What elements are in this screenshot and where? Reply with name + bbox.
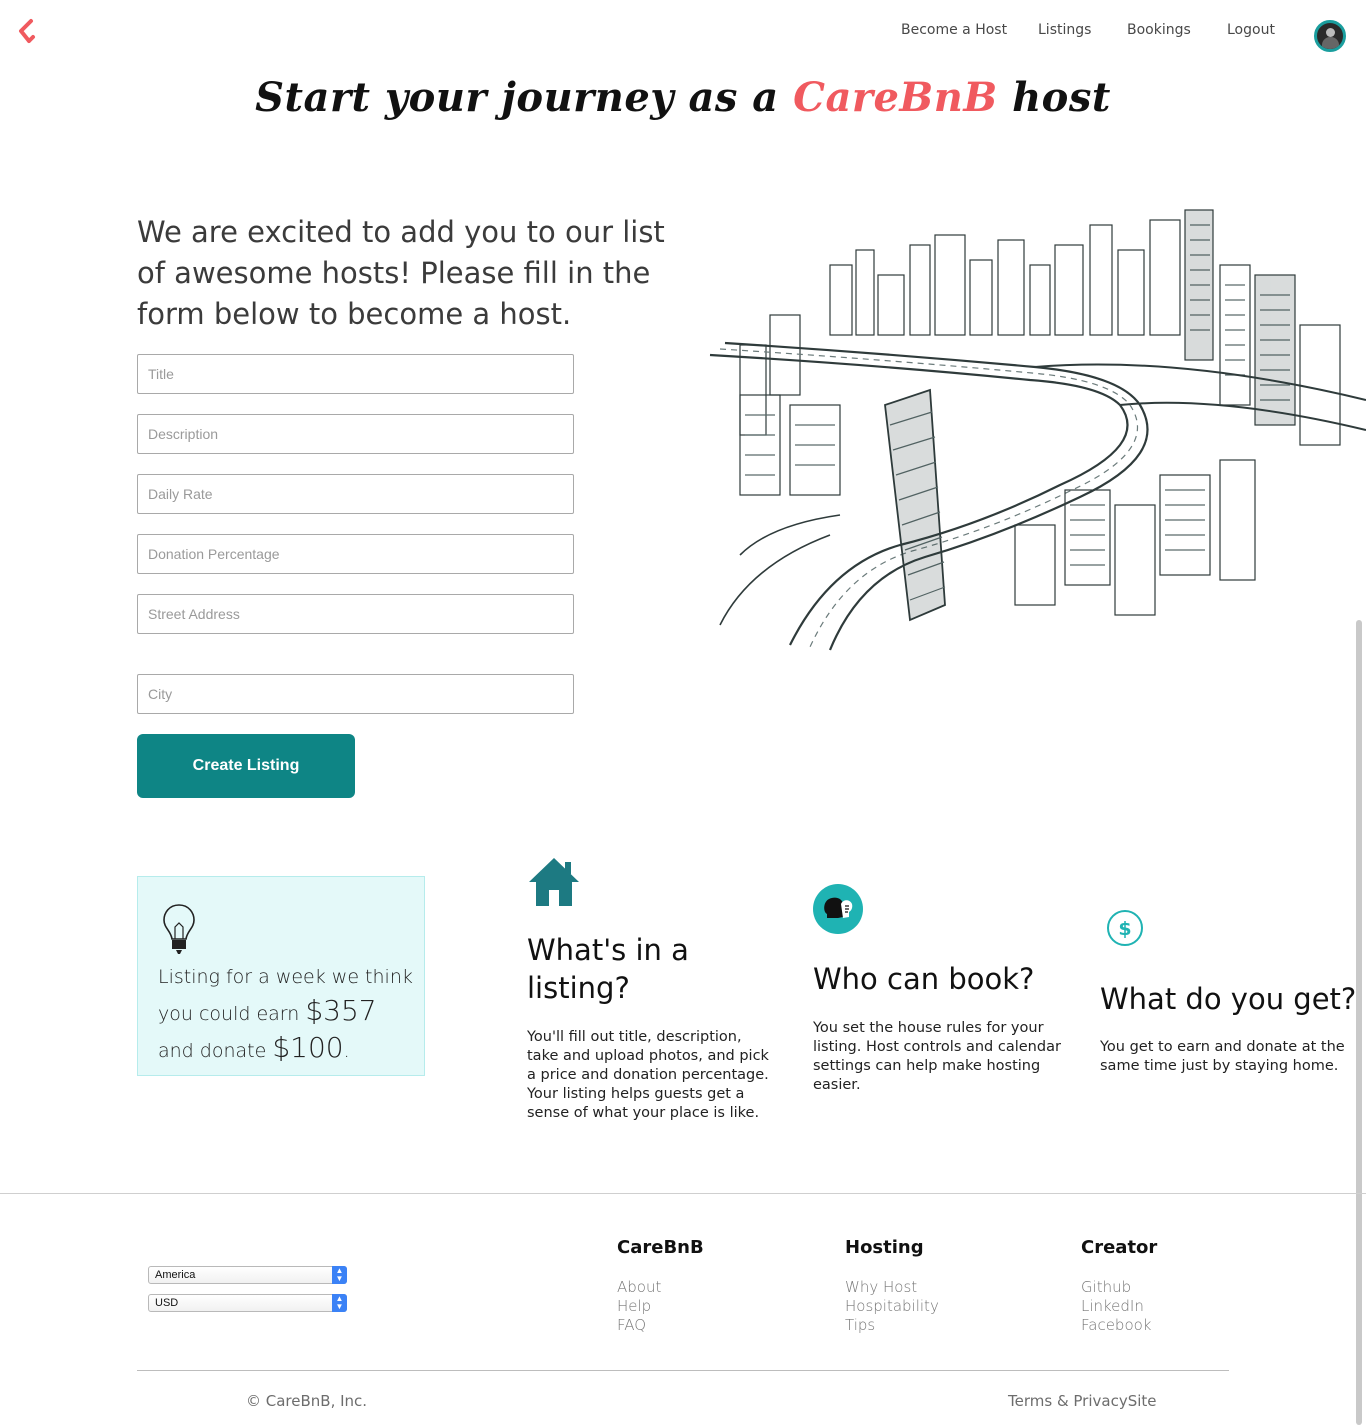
street-address-input[interactable]	[137, 594, 574, 634]
footer-link-faq[interactable]: FAQ	[617, 1316, 646, 1335]
nav-logout[interactable]: Logout	[1227, 22, 1275, 38]
copyright-text: © CareBnB, Inc.	[246, 1392, 368, 1410]
select-arrows-icon: ▲ ▼	[332, 1294, 347, 1312]
earnings-estimate: Listing for a week we think you could ea…	[158, 961, 414, 1068]
feature-desc-who: You set the house rules for your listing…	[813, 1020, 1061, 1093]
country-select-value: America	[155, 1269, 196, 1281]
footer-link-why-host[interactable]: Why Host	[845, 1278, 917, 1297]
currency-select-value: USD	[155, 1297, 179, 1309]
earnings-card: Listing for a week we think you could ea…	[137, 876, 425, 1076]
page-title: Start your journey as a CareBnB host	[0, 74, 1366, 121]
form-intro: We are excited to add you to our list of…	[137, 215, 665, 331]
footer-link-help[interactable]: Help	[617, 1297, 651, 1316]
earn-text-line2: and donate	[158, 1040, 273, 1062]
country-select[interactable]: America ▲ ▼	[148, 1266, 347, 1284]
footer-link-github[interactable]: Github	[1081, 1278, 1131, 1297]
footer-bottom-divider	[137, 1370, 1229, 1371]
create-listing-button[interactable]: Create Listing	[137, 734, 355, 798]
footer-col-title-carebnb: CareBnB	[617, 1237, 704, 1258]
description-input[interactable]	[137, 414, 574, 454]
footer-link-hospitability[interactable]: Hospitability	[845, 1297, 939, 1316]
footer-col-title-hosting: Hosting	[845, 1237, 924, 1258]
daily-rate-input[interactable]	[137, 474, 574, 514]
footer-col-title-creator: Creator	[1081, 1237, 1158, 1258]
donation-percentage-input[interactable]	[137, 534, 574, 574]
nav-listings[interactable]: Listings	[1038, 22, 1091, 38]
title-suffix: host	[997, 74, 1111, 121]
people-icon	[813, 884, 863, 934]
donate-amount: $100	[272, 1031, 344, 1064]
feature-desc-get: You get to earn and donate at the same t…	[1100, 1039, 1345, 1074]
city-sketch-illustration-icon	[709, 209, 1366, 651]
house-icon	[529, 858, 579, 906]
footer-link-linkedin[interactable]: LinkedIn	[1081, 1297, 1144, 1316]
footer-link-tips[interactable]: Tips	[845, 1316, 875, 1335]
title-prefix: Start your journey as a	[255, 74, 794, 121]
earn-amount: $357	[305, 994, 377, 1027]
avatar-icon[interactable]	[1314, 20, 1346, 52]
feature-title-listing: What's in a listing?	[527, 933, 689, 1005]
footer-link-about[interactable]: About	[617, 1278, 661, 1297]
title-brand: CareBnB	[793, 74, 998, 121]
svg-text:$: $	[1118, 918, 1131, 940]
title-input[interactable]	[137, 354, 574, 394]
feature-title-get: What do you get?	[1100, 982, 1357, 1016]
earn-text-line3: .	[343, 1040, 350, 1062]
footer-divider	[0, 1193, 1366, 1194]
currency-select[interactable]: USD ▲ ▼	[148, 1294, 347, 1312]
feature-title-who: Who can book?	[813, 962, 1035, 996]
feature-desc-listing: You'll fill out title, description, take…	[527, 1029, 769, 1121]
lightbulb-icon	[163, 904, 195, 954]
footer-link-facebook[interactable]: Facebook	[1081, 1316, 1151, 1335]
terms-privacy-link[interactable]: Terms & PrivacySite	[1008, 1392, 1157, 1410]
dollar-icon: $	[1107, 910, 1143, 946]
page-scrollbar[interactable]	[1356, 620, 1362, 1425]
city-input[interactable]	[137, 674, 574, 714]
select-arrows-icon: ▲ ▼	[332, 1266, 347, 1284]
carebnb-logo-icon[interactable]	[16, 18, 40, 46]
nav-become-host[interactable]: Become a Host	[901, 22, 1007, 38]
nav-bookings[interactable]: Bookings	[1127, 22, 1191, 38]
